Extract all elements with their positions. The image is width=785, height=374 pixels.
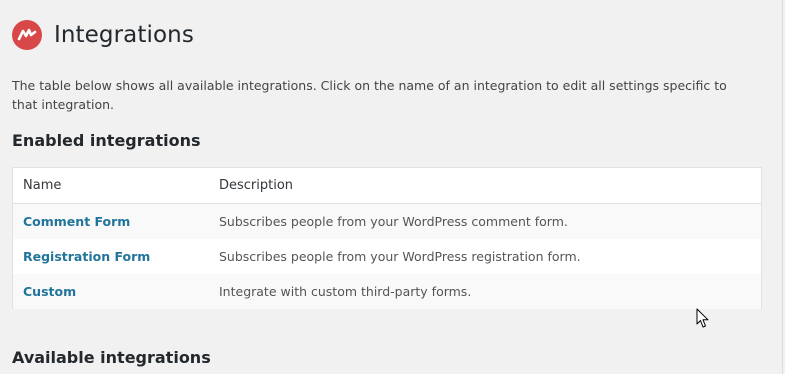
table-row: Comment Form Subscribes people from your… <box>13 204 761 239</box>
integration-name-cell: Comment Form <box>23 204 130 239</box>
integration-name-cell: Custom <box>23 274 76 309</box>
mouse-cursor-icon <box>696 308 710 333</box>
integration-description: Subscribes people from your WordPress re… <box>219 249 581 264</box>
mailchimp-logo-icon <box>12 20 42 50</box>
enabled-integrations-table: Name Description Comment Form Subscribes… <box>12 167 762 309</box>
integration-link-comment-form[interactable]: Comment Form <box>23 214 130 229</box>
table-row: Custom Integrate with custom third-party… <box>13 274 761 309</box>
integration-link-custom[interactable]: Custom <box>23 284 76 299</box>
page-title: Integrations <box>54 22 194 48</box>
column-header-description: Description <box>219 178 294 193</box>
table-header-row: Name Description <box>13 168 761 204</box>
integrations-page: Integrations The table below shows all a… <box>0 0 785 374</box>
table-row: Registration Form Subscribes people from… <box>13 239 761 274</box>
column-header-name: Name <box>23 178 62 193</box>
integration-description: Integrate with custom third-party forms. <box>219 284 472 299</box>
page-header: Integrations <box>12 20 194 50</box>
scrollbar-edge <box>782 0 783 374</box>
intro-text: The table below shows all available inte… <box>12 78 727 112</box>
enabled-integrations-heading: Enabled integrations <box>12 131 201 150</box>
integration-name-cell: Registration Form <box>23 239 150 274</box>
integration-description: Subscribes people from your WordPress co… <box>219 214 568 229</box>
available-integrations-heading: Available integrations <box>12 348 211 367</box>
integration-link-registration-form[interactable]: Registration Form <box>23 249 150 264</box>
